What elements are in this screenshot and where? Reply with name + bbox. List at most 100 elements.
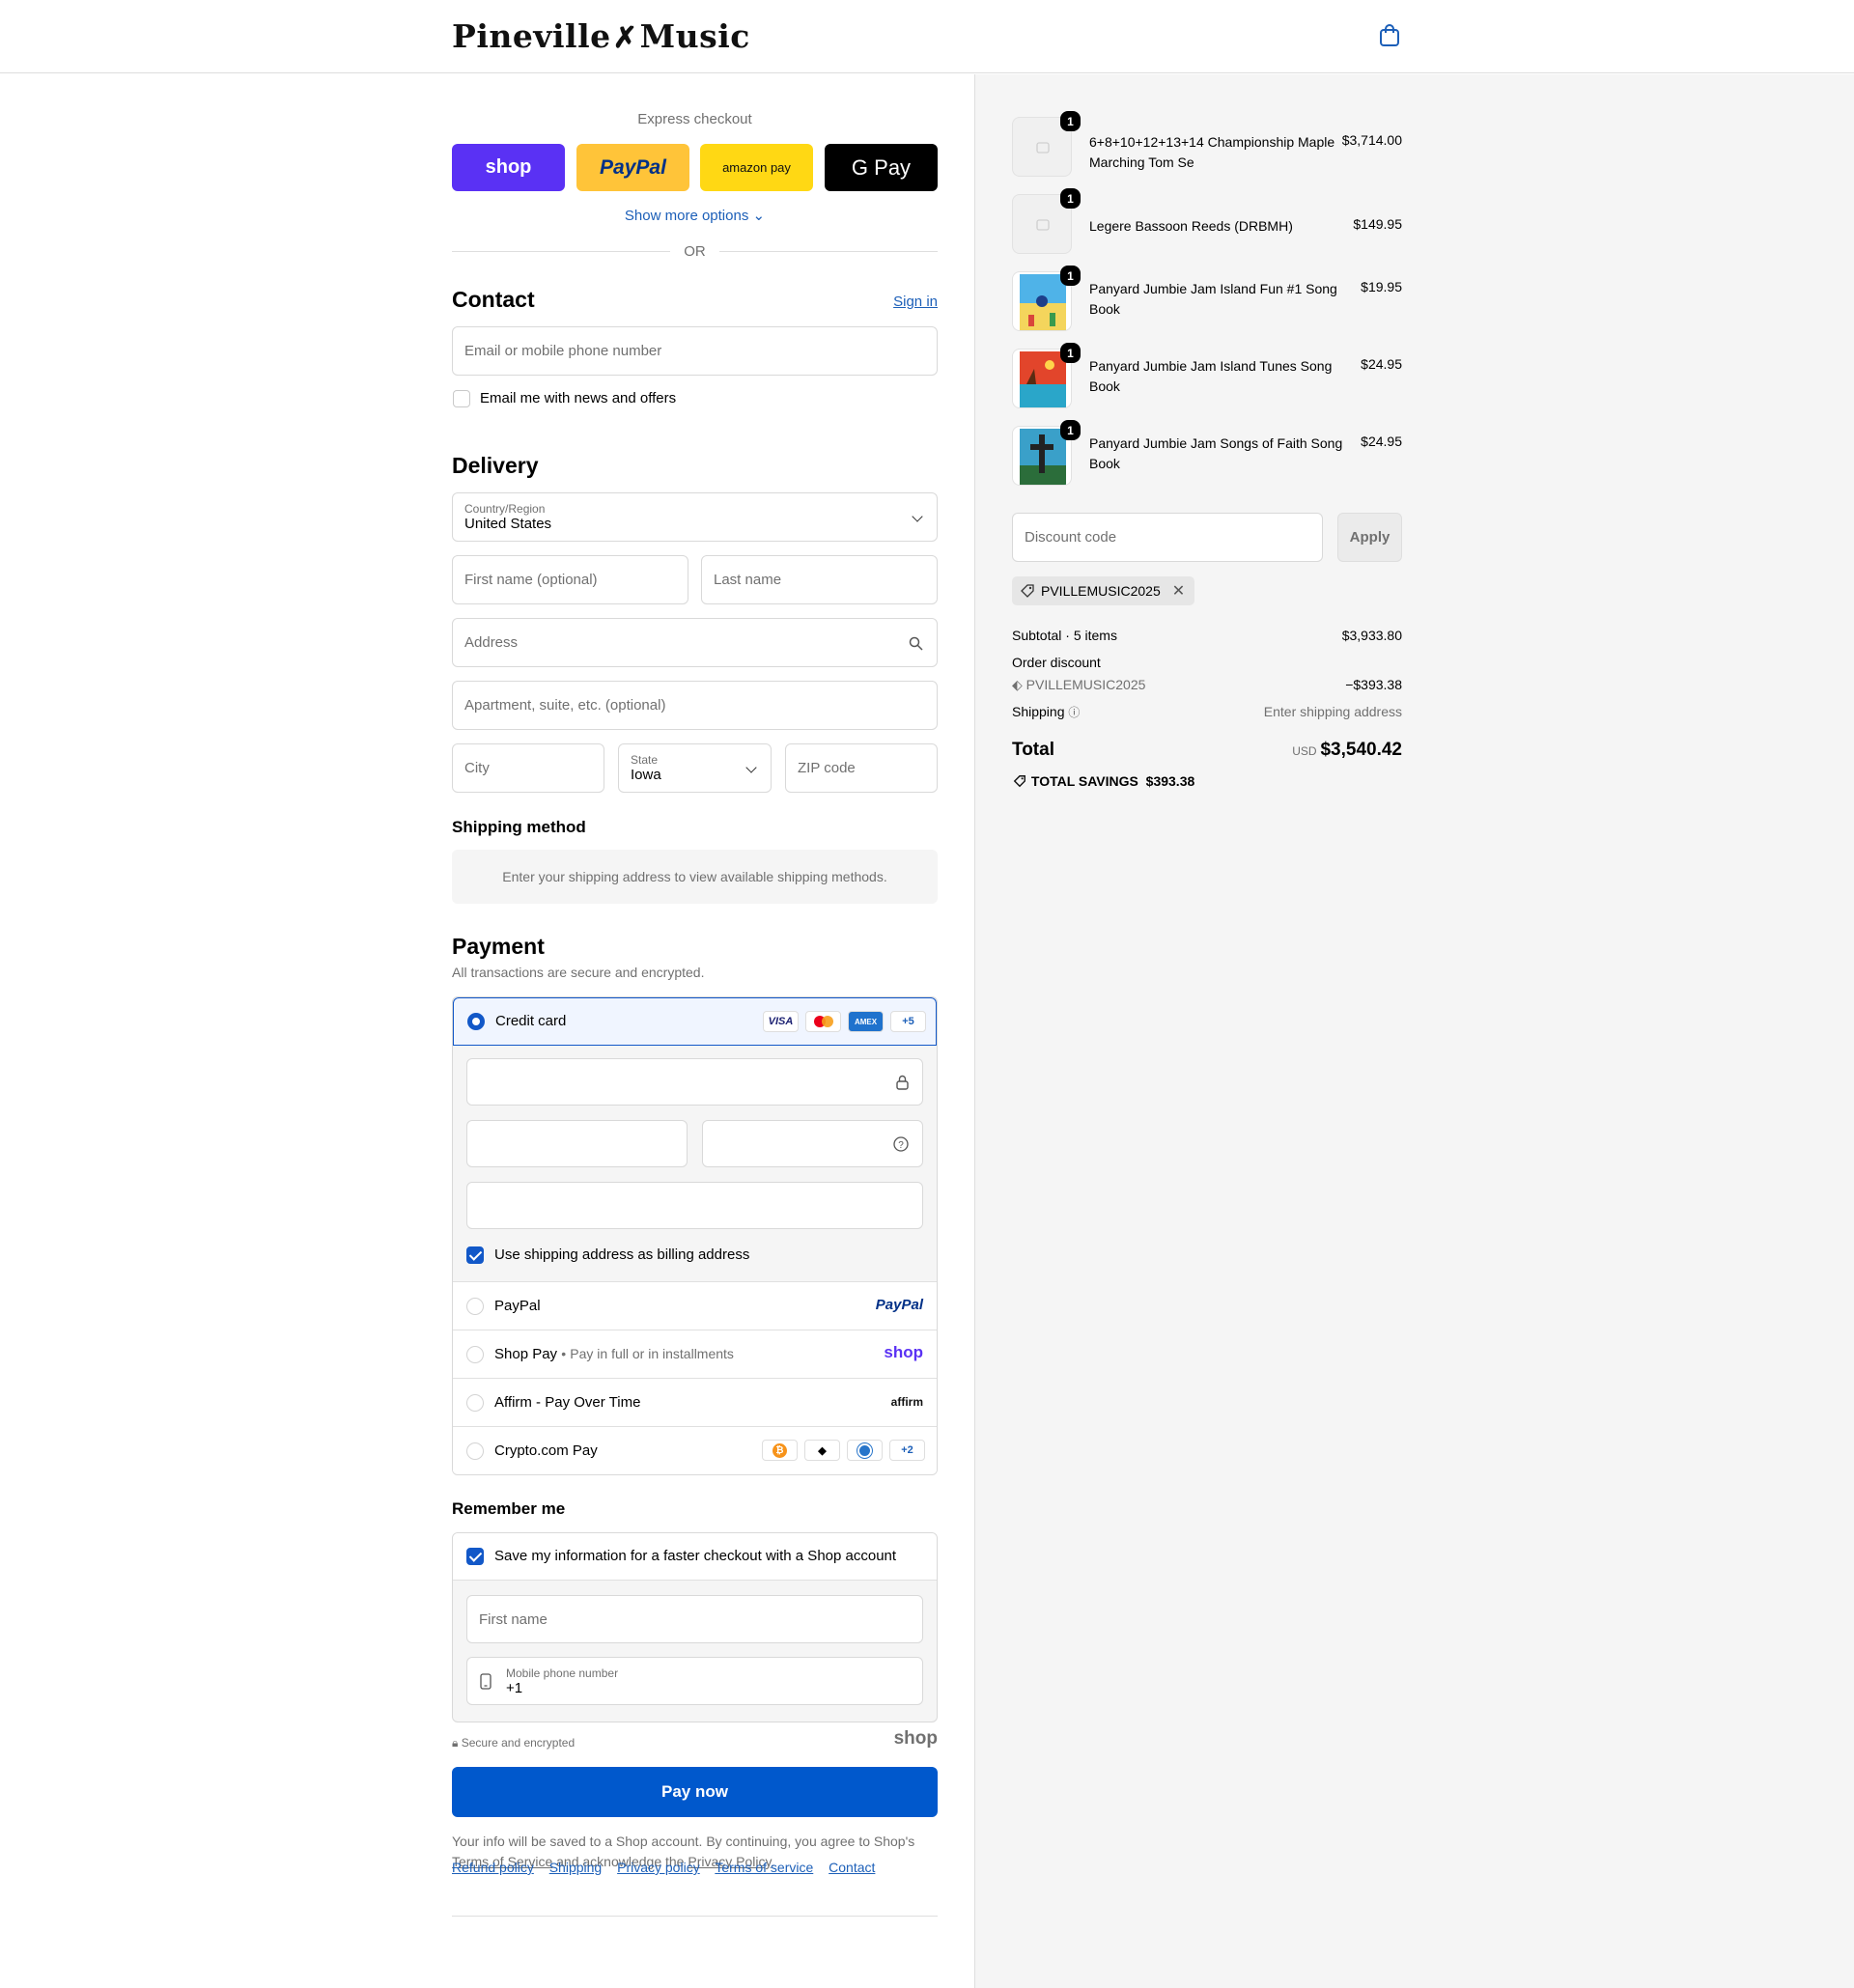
address-field[interactable]: Address [452,618,938,667]
total-savings-row: TOTAL SAVINGS $393.38 [1012,773,1402,789]
pay-now-button[interactable]: Pay now [452,1767,938,1817]
shopping-bag-icon[interactable] [1379,24,1400,47]
item-price: $24.95 [1361,434,1402,449]
usdc-icon [847,1440,883,1461]
shop-logo-icon: shop [893,1728,938,1749]
save-info-checkbox[interactable] [466,1548,484,1565]
item-name: Panyard Jumbie Jam Songs of Faith Song B… [1089,435,1343,471]
expiration-field[interactable] [466,1120,688,1167]
item-name: 6+8+10+12+13+14 Championship Maple March… [1089,134,1335,170]
zip-field[interactable]: ZIP code [785,743,938,793]
paypal-radio[interactable] [466,1298,484,1315]
amazon-pay-button[interactable]: amazon pay [700,144,813,191]
billing-same-checkbox[interactable] [466,1246,484,1264]
help-icon[interactable]: ⓘ [1068,706,1080,719]
logo-text-right: Music [639,17,750,55]
crypto-option[interactable]: Crypto.com Pay ₿ ◆ +2 [453,1426,937,1474]
item-name: Legere Bassoon Reeds (DRBMH) [1089,218,1293,234]
total-row: Total USD $3,540.42 [1012,740,1402,760]
email-field[interactable]: Email or mobile phone number [452,326,938,376]
contact-link[interactable]: Contact [829,1860,875,1875]
country-select[interactable]: Country/Region United States [452,492,938,542]
terms-of-service-link[interactable]: Terms of service [715,1860,813,1875]
remove-discount-icon[interactable]: ✕ [1172,581,1185,601]
bitcoin-icon: ₿ [762,1440,798,1461]
discount-code-label: PVILLEMUSIC2025 [1041,583,1161,599]
subtotal-row: Subtotal · 5 items $3,933.80 [1012,628,1402,643]
guitar-logo-icon: ✗ [612,21,638,55]
paypal-option[interactable]: PayPal PayPal [453,1281,937,1330]
shop-logo-icon: shop [884,1343,923,1361]
tag-icon: ⬖ [1012,677,1023,692]
mobile-phone-field[interactable]: Mobile phone number +1 [466,1657,923,1705]
shop-pay-option[interactable]: Shop Pay • Pay in full or in installment… [453,1330,937,1378]
show-more-options-link[interactable]: Show more options ⌄ [452,207,938,224]
remember-me-box: Save my information for a faster checkou… [452,1532,938,1722]
more-crypto-badge: +2 [889,1440,925,1461]
cart-item: 1 Legere Bassoon Reeds (DRBMH) $149.95 [1012,188,1402,256]
discount-code-field[interactable]: Discount code [1012,513,1323,562]
remember-first-name-field[interactable]: First name [466,1595,923,1643]
tag-icon [1021,584,1034,598]
store-logo[interactable]: Pineville✗Music [452,17,750,55]
privacy-policy-link[interactable]: Privacy policy [617,1860,700,1875]
security-code-field[interactable]: ? [702,1120,923,1167]
paypal-logo-icon: PayPal [875,1297,923,1313]
crypto-radio[interactable] [466,1442,484,1460]
item-name: Panyard Jumbie Jam Island Fun #1 Song Bo… [1089,281,1337,317]
shop-pay-label: Shop Pay [494,1346,558,1362]
refund-policy-link[interactable]: Refund policy [452,1860,534,1875]
affirm-label: Affirm - Pay Over Time [494,1394,641,1411]
amex-icon: AMEX [848,1011,884,1032]
save-info-label: Save my information for a faster checkou… [494,1548,897,1564]
cart-item: 1 Panyard Jumbie Jam Island Fun #1 Song … [1012,266,1402,333]
shop-pay-button[interactable]: shop [452,144,565,191]
last-name-field[interactable]: Last name [701,555,938,604]
item-price: $24.95 [1361,356,1402,372]
shipping-row: Shipping ⓘ Enter shipping address [1012,704,1402,719]
state-select[interactable]: State Iowa [618,743,772,793]
footer-links: Refund policy Shipping Privacy policy Te… [452,1860,886,1875]
applied-discount-tag: PVILLEMUSIC2025 ✕ [1012,576,1195,605]
quantity-badge: 1 [1060,111,1081,131]
shipping-policy-link[interactable]: Shipping [549,1860,603,1875]
more-cards-badge: +5 [890,1011,926,1032]
order-discount-row: ⬖ PVILLEMUSIC2025 −$393.38 [1012,677,1402,692]
name-on-card-field[interactable] [466,1182,923,1229]
cart-item: 1 Panyard Jumbie Jam Songs of Faith Song… [1012,420,1402,488]
shipping-method-heading: Shipping method [452,818,586,836]
affirm-logo-icon: affirm [890,1395,923,1409]
shop-pay-subtitle: Pay in full or in installments [570,1346,734,1361]
contact-heading: Contact [452,287,535,312]
affirm-radio[interactable] [466,1394,484,1412]
card-number-field[interactable] [466,1058,923,1106]
credit-card-radio[interactable] [467,1013,485,1030]
newsletter-label: Email me with news and offers [480,390,677,406]
order-discount-label: Order discount [1012,655,1101,670]
chevron-down-icon [912,511,923,522]
help-icon[interactable]: ? [893,1136,909,1152]
billing-same-label: Use shipping address as billing address [494,1246,750,1263]
city-field[interactable]: City [452,743,604,793]
apartment-field[interactable]: Apartment, suite, etc. (optional) [452,681,938,730]
first-name-field[interactable]: First name (optional) [452,555,688,604]
google-pay-button[interactable]: G Pay [825,144,938,191]
payment-heading: Payment [452,934,545,959]
crypto-label: Crypto.com Pay [494,1442,598,1459]
credit-card-option[interactable]: Credit card VISA AMEX +5 [453,997,937,1046]
item-price: $19.95 [1361,279,1402,294]
apply-discount-button[interactable]: Apply [1337,513,1402,562]
save-info-row[interactable]: Save my information for a faster checkou… [453,1533,937,1581]
express-checkout-title: Express checkout [637,111,752,127]
item-price: $3,714.00 [1341,132,1402,148]
newsletter-checkbox[interactable] [453,390,470,407]
credit-card-label: Credit card [495,1013,567,1029]
or-divider: OR [452,243,938,260]
affirm-option[interactable]: Affirm - Pay Over Time affirm [453,1378,937,1426]
quantity-badge: 1 [1060,188,1081,209]
sign-in-link[interactable]: Sign in [893,294,938,310]
remember-me-heading: Remember me [452,1499,566,1518]
shop-pay-radio[interactable] [466,1346,484,1363]
paypal-button[interactable]: PayPal [576,144,689,191]
chevron-down-icon [745,762,757,773]
